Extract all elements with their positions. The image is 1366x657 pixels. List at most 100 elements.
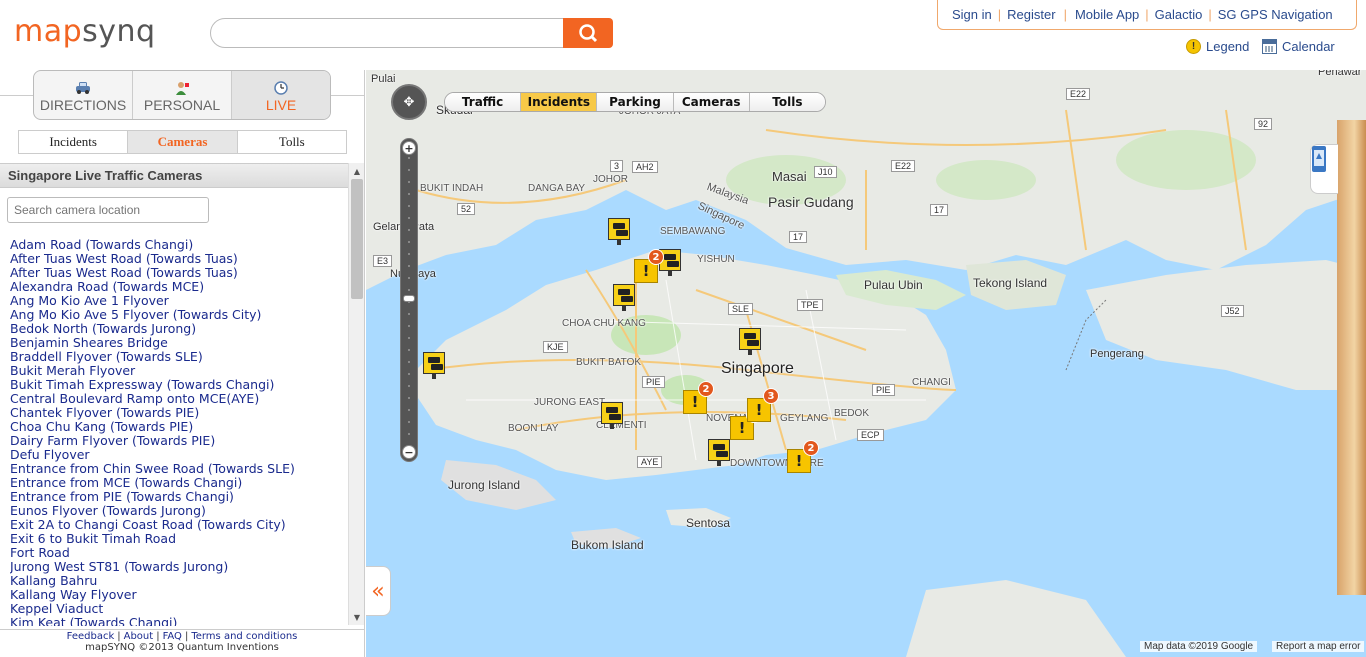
camera-list-item[interactable]: Braddell Flyover (Towards SLE) — [10, 350, 340, 364]
legend-link[interactable]: ! Legend — [1186, 39, 1249, 54]
search-button[interactable] — [563, 18, 613, 48]
camera-list-item[interactable]: Entrance from MCE (Towards Changi) — [10, 476, 340, 490]
subtab-incidents[interactable]: Incidents — [19, 131, 129, 153]
camera-list-item[interactable]: After Tuas West Road (Towards Tuas) — [10, 252, 340, 266]
road-shield: E3 — [373, 255, 393, 267]
scroll-thumb[interactable] — [351, 179, 363, 299]
person-icon — [176, 82, 189, 95]
camera-search-input[interactable] — [7, 197, 209, 223]
map-label-pasir-gudang: Pasir Gudang — [768, 194, 854, 210]
legend-icon: ! — [1186, 39, 1201, 54]
zoom-in-icon[interactable]: + — [402, 141, 416, 155]
camera-marker[interactable] — [708, 439, 730, 466]
camera-list-item[interactable]: Bukit Timah Expressway (Towards Changi) — [10, 378, 340, 392]
tab-live[interactable]: LIVE — [232, 71, 330, 119]
camera-list-item[interactable]: Kallang Bahru — [10, 574, 340, 588]
camera-marker[interactable] — [423, 352, 445, 379]
camera-list-item[interactable]: Exit 2A to Changi Coast Road (Towards Ci… — [10, 518, 340, 532]
camera-list-item[interactable]: Ang Mo Kio Ave 5 Flyover (Towards City) — [10, 308, 340, 322]
collapse-sidebar-icon[interactable]: « — [366, 566, 391, 616]
camera-list-item[interactable]: Alexandra Road (Towards MCE) — [10, 280, 340, 294]
feedback-link[interactable]: Feedback — [67, 631, 115, 642]
road-shield: PIE — [642, 376, 665, 388]
zoom-out-icon[interactable]: − — [402, 445, 416, 459]
report-map-error-link[interactable]: Report a map error — [1272, 641, 1365, 652]
camera-list-item[interactable]: Central Boulevard Ramp onto MCE(AYE) — [10, 392, 340, 406]
camera-list-item[interactable]: Entrance from PIE (Towards Changi) — [10, 490, 340, 504]
camera-list-item[interactable]: After Tuas West Road (Towards Tuas) — [10, 266, 340, 280]
tab-live-label: LIVE — [265, 97, 297, 113]
map-canvas[interactable]: Singapore Pasir Gudang Masai Pulau Ubin … — [366, 70, 1366, 657]
camera-list-item[interactable]: Exit 6 to Bukit Timah Road — [10, 532, 340, 546]
incident-count-badge[interactable]: 2 — [803, 440, 819, 456]
map-label-tekong-island: Tekong Island — [973, 276, 1048, 290]
camera-list-scrollbar[interactable]: ▲ ▼ — [348, 163, 364, 625]
clock-icon — [274, 81, 288, 95]
app: mapsynq Sign in | Register | Mobile App … — [0, 0, 1366, 657]
camera-marker[interactable] — [613, 284, 635, 311]
map-label-masai: Masai — [772, 169, 807, 184]
camera-marker[interactable] — [739, 328, 761, 355]
layer-parking[interactable]: Parking — [597, 93, 674, 111]
zoom-slider[interactable]: + − — [400, 138, 418, 462]
incident-count-badge[interactable]: 2 — [648, 249, 664, 265]
camera-marker[interactable] — [608, 218, 630, 245]
map-label-jurong-east: JURONG EAST — [534, 397, 606, 408]
layer-incidents[interactable]: Incidents — [521, 93, 598, 111]
scroll-up-arrow-icon[interactable]: ▲ — [349, 164, 365, 178]
map-label-sembawang: SEMBAWANG — [660, 226, 726, 237]
road-shield: E22 — [1066, 88, 1091, 100]
camera-list-item[interactable]: Ang Mo Kio Ave 1 Flyover — [10, 294, 340, 308]
camera-list-item[interactable]: Chantek Flyover (Towards PIE) — [10, 406, 340, 420]
map-layer-bar: Traffic Incidents Parking Cameras Tolls — [444, 92, 826, 112]
register-link[interactable]: Register — [1007, 7, 1055, 22]
camera-list-item[interactable]: Choa Chu Kang (Towards PIE) — [10, 420, 340, 434]
tab-directions[interactable]: DIRECTIONS — [34, 71, 133, 119]
terms-link[interactable]: Terms and conditions — [191, 631, 297, 642]
camera-list-item[interactable]: Kim Keat (Towards Changi) — [10, 616, 340, 627]
faq-link[interactable]: FAQ — [163, 631, 182, 642]
camera-list-item[interactable]: Bukit Merah Flyover — [10, 364, 340, 378]
camera-list-item[interactable]: Bedok North (Towards Jurong) — [10, 322, 340, 336]
tab-personal-label: PERSONAL — [143, 97, 221, 113]
about-link[interactable]: About — [124, 631, 154, 642]
incident-count-badge[interactable]: 2 — [698, 381, 714, 397]
subtab-tolls[interactable]: Tolls — [237, 131, 346, 153]
camera-list-item[interactable]: Kallang Way Flyover — [10, 588, 340, 602]
camera-list-item[interactable]: Benjamin Sheares Bridge — [10, 336, 340, 350]
map-label-johor: JOHOR — [593, 174, 628, 185]
zoom-handle[interactable] — [403, 295, 415, 302]
mobile-app-link[interactable]: Mobile App — [1075, 7, 1139, 22]
incident-count-badge[interactable]: 3 — [763, 388, 779, 404]
camera-list-item[interactable]: Jurong West ST81 (Towards Jurong) — [10, 560, 340, 574]
road-shield: AYE — [637, 456, 663, 468]
layer-traffic[interactable]: Traffic — [445, 93, 522, 111]
map-label-bukom-island: Bukom Island — [571, 538, 644, 552]
camera-list-item[interactable]: Keppel Viaduct — [10, 602, 340, 616]
road-shield: SLE — [728, 303, 754, 315]
map-label-boon-lay: BOON LAY — [508, 423, 559, 434]
camera-list-item[interactable]: Dairy Farm Flyover (Towards PIE) — [10, 434, 340, 448]
camera-marker[interactable] — [601, 402, 623, 429]
sidebar: DIRECTIONS PERSONAL LIVE Incidents Camer… — [0, 70, 365, 657]
mapsynq-logo[interactable]: mapsynq — [14, 14, 156, 49]
camera-list-item[interactable]: Eunos Flyover (Towards Jurong) — [10, 504, 340, 518]
subtab-cameras[interactable]: Cameras — [128, 131, 238, 153]
layer-cameras[interactable]: Cameras — [673, 93, 750, 111]
scroll-down-arrow-icon[interactable]: ▼ — [349, 610, 365, 624]
road-shield: J10 — [814, 166, 837, 178]
camera-list-item[interactable]: Adam Road (Towards Changi) — [10, 238, 340, 252]
sign-in-link[interactable]: Sign in — [952, 7, 992, 22]
calendar-link[interactable]: Calendar — [1262, 39, 1335, 54]
camera-list-item[interactable]: Fort Road — [10, 546, 340, 560]
map-label-bukit-indah: BUKIT INDAH — [420, 183, 484, 194]
search-input[interactable] — [210, 18, 564, 48]
sg-gps-navigation-link[interactable]: SG GPS Navigation — [1218, 7, 1333, 22]
camera-list-item[interactable]: Entrance from Chin Swee Road (Towards SL… — [10, 462, 340, 476]
galactio-link[interactable]: Galactio — [1155, 7, 1203, 22]
camera-list-item[interactable]: Defu Flyover — [10, 448, 340, 462]
pan-control-icon[interactable]: ✥ — [391, 84, 427, 120]
mobile-app-icon[interactable] — [1310, 144, 1338, 194]
tab-personal[interactable]: PERSONAL — [133, 71, 232, 119]
layer-tolls[interactable]: Tolls — [749, 93, 825, 111]
